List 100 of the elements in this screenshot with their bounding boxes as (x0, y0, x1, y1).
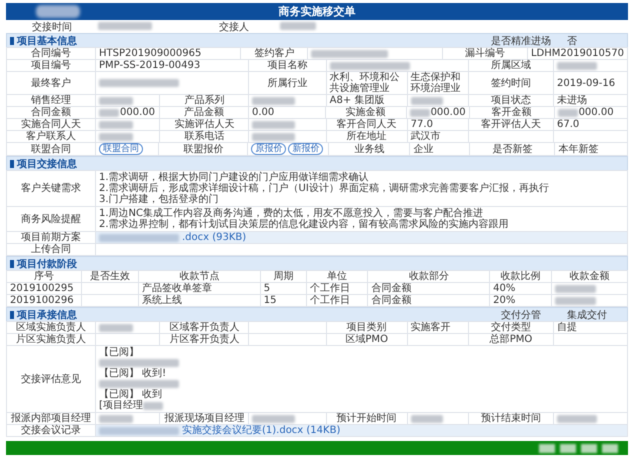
blurred-text (252, 132, 295, 140)
section-marker-icon (10, 160, 14, 168)
field-label: 区域客开负责人 (160, 322, 248, 333)
field-label: 所属行业 (249, 72, 326, 94)
blurred-text (252, 120, 295, 128)
field-label: 客户联系人 (7, 131, 95, 142)
text-line: 2.需求调研后，形成需求详细设计稿，门户（UI设计）界面定稿，调研需求完善需要客户汇报，再执行 (99, 183, 549, 194)
field-value: 否 (567, 34, 578, 48)
file-link[interactable]: .docx (93KB) (182, 232, 246, 243)
field-value: 个工作日 (307, 295, 368, 306)
field-value: 未进场 (554, 95, 627, 106)
field-label: 最终客户 (7, 72, 95, 94)
text-line: 【已阅】 收到 (99, 389, 162, 400)
field-label: 项目前期方案 (7, 232, 95, 243)
blurred-text (556, 62, 598, 70)
field-label: 客户关键需求 (7, 171, 95, 206)
column-header: 序号 (7, 271, 81, 282)
field-label: 客开合同人天 (326, 119, 407, 130)
blurred-text (410, 96, 444, 104)
field-label: 片区实施负责人 (7, 334, 95, 345)
field-value: 15 (260, 295, 306, 306)
blurred-text (99, 414, 134, 422)
field-label: 报派内部项目经理 (7, 413, 95, 424)
field-value: 水利、环境和公共设施管理业 (326, 72, 407, 94)
blurred-text (99, 324, 134, 332)
blurred-text (410, 414, 444, 422)
blurred-text (554, 284, 596, 292)
field-label: 项目名称 (249, 60, 326, 71)
field-value: 武汉市 (408, 131, 468, 142)
field-label: 所属区域 (468, 60, 553, 71)
blurred-text (99, 132, 134, 140)
section-title: 项目承接信息 (17, 308, 78, 322)
field-value: 000.00 (430, 107, 466, 118)
field-label: 片区客开负责人 (160, 334, 248, 345)
field-value: 实施客开 (408, 322, 468, 333)
field-label: 签约客户 (241, 48, 308, 59)
text-line: 3.门户搭建，包括登录的门 (99, 194, 219, 205)
field-label: 客开金额 (470, 107, 554, 118)
pill-button[interactable]: 新报价 (288, 143, 324, 155)
field-label: 产品金额 (160, 107, 248, 118)
field-value: 本年新签 (555, 143, 627, 155)
blurred-text (252, 96, 295, 104)
blurred-text (280, 22, 316, 30)
field-label: 交付类型 (468, 322, 553, 333)
field-value: 67.0 (554, 119, 627, 130)
blurred-text (99, 108, 119, 116)
field-label: 交接时间 (31, 20, 73, 34)
column-header: 收款部分 (368, 271, 490, 282)
field-value: 产品签收单签章 (139, 283, 260, 294)
field-value: 企业 (410, 143, 470, 155)
text-line: 【已阅】 (99, 347, 139, 358)
field-label: 签约时间 (468, 72, 553, 94)
field-value: HTSP201909000965 (96, 48, 240, 59)
blurred-logo (36, 5, 80, 18)
field-label: 区域实施负责人 (7, 322, 95, 333)
field-label: 合同编号 (7, 48, 95, 59)
field-value: 系统上线 (139, 295, 260, 306)
field-label: 项目类别 (326, 322, 407, 333)
field-label: 实施评估人天 (160, 119, 248, 130)
blurred-text (99, 96, 134, 104)
field-label: 交接人 (218, 20, 250, 34)
field-value: 77.0 (408, 119, 468, 130)
column-header: 收款金额 (552, 271, 627, 282)
text-line: [项目经理 (99, 400, 143, 411)
field-label: 总部PMO (468, 334, 553, 345)
field-label: 预计结束时间 (468, 413, 553, 424)
blurred-text (142, 402, 163, 410)
field-value: 5 (260, 283, 306, 294)
field-value: 40% (490, 283, 551, 294)
file-link[interactable]: 实施交接会议纪要(1).docx (14KB) (182, 425, 340, 436)
field-label: 预计开始时间 (326, 413, 407, 424)
section-marker-icon (10, 36, 14, 44)
field-label: 实施金额 (326, 107, 406, 118)
column-header: 是否生效 (82, 271, 138, 282)
field-value: 000.00 (578, 107, 614, 118)
field-label: 项目编号 (7, 60, 95, 71)
text-line: 【已阅】 收到! (99, 368, 166, 379)
field-label: 报派现场项目经理 (160, 413, 248, 424)
column-header: 单位 (307, 271, 368, 282)
field-value: 000.00 (120, 107, 155, 118)
field-label: 销售经理 (7, 95, 95, 106)
field-label: 所在地址 (326, 131, 407, 142)
field-value: 生态保护和环境治理业 (408, 72, 468, 94)
field-label: 是否精准进场 (490, 34, 552, 48)
field-label: 交接评估意见 (7, 346, 95, 412)
field-label: 漏斗编号 (442, 48, 527, 59)
field-label: 客开评估人天 (468, 119, 553, 130)
field-value: 集成交付 (567, 308, 608, 322)
field-label: 区域PMO (326, 334, 407, 345)
field-value: A8+ 集团版 (326, 95, 407, 106)
field-value: 个工作日 (307, 283, 368, 294)
field-value: PMP-SS-2019-00493 (96, 60, 248, 71)
field-label: 联系电话 (160, 131, 248, 142)
pill-button[interactable]: 联盟合同 (99, 143, 143, 155)
field-label: 是否新签 (470, 143, 554, 155)
pill-button[interactable]: 原报价 (251, 143, 286, 155)
blurred-text (554, 296, 596, 304)
field-value: 合同金额 (368, 283, 490, 294)
column-header: 收款节点 (139, 271, 260, 282)
field-label: 联盟合同 (7, 143, 95, 155)
